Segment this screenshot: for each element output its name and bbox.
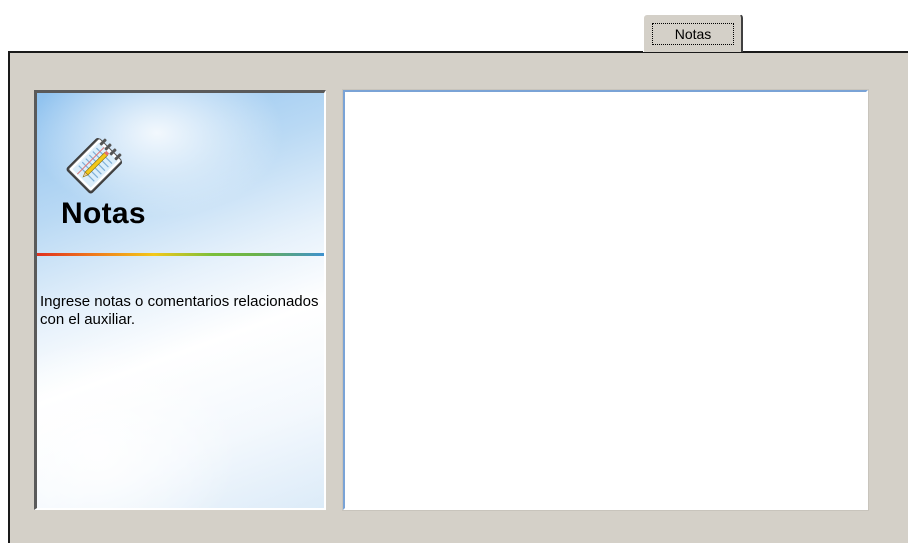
tab-notas[interactable]: Notas — [643, 14, 743, 52]
rainbow-divider — [37, 253, 324, 256]
notes-textarea[interactable] — [342, 89, 869, 511]
info-description: Ingrese notas o comentarios relacionados… — [40, 293, 319, 328]
notebook-icon — [66, 137, 123, 194]
info-panel: Notas Ingrese notas o comentarios relaci… — [34, 90, 326, 510]
notes-dialog: Notas Notas Ingrese notas o comentarios … — [0, 0, 908, 543]
tab-label: Notas — [652, 23, 734, 45]
info-title: Notas — [61, 197, 146, 230]
